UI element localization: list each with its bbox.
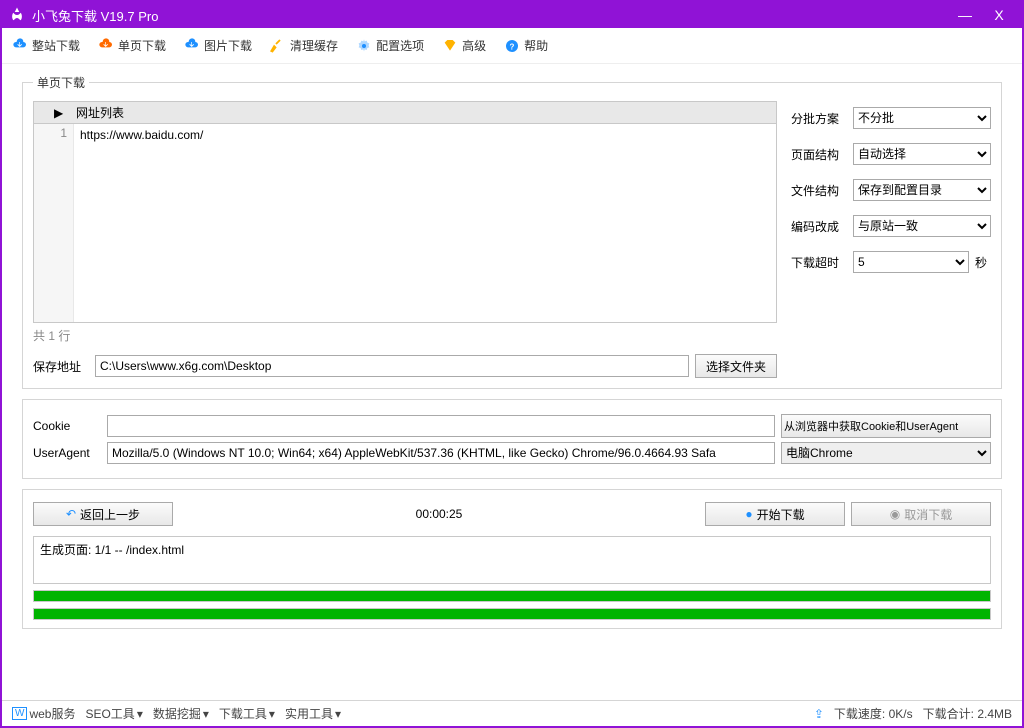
batch-select[interactable]: 不分批 [853,107,991,129]
options-panel: 分批方案不分批 页面结构自动选择 文件结构保存到配置目录 编码改成与原站一致 下… [791,101,991,378]
toolbar: 整站下载 单页下载 图片下载 清理缓存 配置选项 高级 ? 帮助 [2,28,1022,64]
status-seo-tools[interactable]: SEO工具▾ [85,705,142,722]
url-count: 共 1 行 [33,327,777,344]
page-struct-select[interactable]: 自动选择 [853,143,991,165]
chevron-down-icon: ▾ [203,707,209,721]
broom-icon [270,38,286,54]
cloud-image-icon [184,38,200,54]
gear-icon [356,38,372,54]
run-panel: ↶ 返回上一步 00:00:25 ● 开始下载 ◉ 取消下载 生成页面: 1/1… [22,489,1002,629]
play-icon: ● [745,507,752,521]
toolbar-image-download[interactable]: 图片下载 [184,37,252,54]
status-bar: W web服务 SEO工具▾ 数据挖掘▾ 下载工具▾ 实用工具▾ ⇪ 下载速度:… [2,700,1022,726]
browse-folder-button[interactable]: 选择文件夹 [695,354,777,378]
cancel-download-button[interactable]: ◉ 取消下载 [851,502,991,526]
toolbar-config[interactable]: 配置选项 [356,37,424,54]
stop-icon: ◉ [890,507,900,521]
title-bar: 小飞兔下载 V19.7 Pro — X [2,2,1022,28]
chevron-down-icon: ▾ [335,707,341,721]
single-download-panel: 单页下载 ▶ 网址列表 1 https://www.baidu.com/ 共 1… [22,74,1002,389]
toolbar-clear-cache[interactable]: 清理缓存 [270,37,338,54]
app-logo-icon [8,6,26,24]
url-textarea[interactable]: https://www.baidu.com/ [74,124,776,322]
web-icon: W [12,707,27,720]
url-list-header[interactable]: ▶ 网址列表 [33,101,777,123]
expand-triangle-icon: ▶ [54,106,63,120]
save-path-input[interactable] [95,355,689,377]
toolbar-single-download[interactable]: 单页下载 [98,37,166,54]
start-download-button[interactable]: ● 开始下载 [705,502,845,526]
save-label: 保存地址 [33,358,89,375]
total-label: 下载合计: 2.4MB [923,705,1012,722]
log-output: 生成页面: 1/1 -- /index.html [33,536,991,584]
line-gutter: 1 [34,124,74,322]
diamond-icon [442,38,458,54]
timer-label: 00:00:25 [179,507,699,521]
progress-bar-1 [33,590,991,602]
status-web-service[interactable]: W web服务 [12,705,75,722]
back-button[interactable]: ↶ 返回上一步 [33,502,173,526]
timeout-select[interactable]: 5 [853,251,969,273]
progress-bar-2 [33,608,991,620]
close-button[interactable]: X [982,7,1016,23]
chevron-down-icon: ▾ [137,707,143,721]
status-data-mining[interactable]: 数据挖掘▾ [153,705,209,722]
speed-label: 下载速度: 0K/s [834,705,913,722]
help-icon: ? [504,38,520,54]
toolbar-advanced[interactable]: 高级 [442,37,486,54]
status-util-tools[interactable]: 实用工具▾ [285,705,341,722]
toolbar-site-download[interactable]: 整站下载 [12,37,80,54]
fetch-cookie-button[interactable]: 从浏览器中获取Cookie和UserAgent [781,414,991,438]
useragent-select[interactable]: 电脑Chrome [781,442,991,464]
panel-title: 单页下载 [33,74,89,91]
chevron-down-icon: ▾ [269,707,275,721]
cloud-down-icon [12,38,28,54]
minimize-button[interactable]: — [948,7,982,23]
upload-icon: ⇪ [814,707,824,721]
encoding-select[interactable]: 与原站一致 [853,215,991,237]
status-download-tools[interactable]: 下载工具▾ [219,705,275,722]
back-arrow-icon: ↶ [66,507,76,521]
file-struct-select[interactable]: 保存到配置目录 [853,179,991,201]
url-list: 1 https://www.baidu.com/ [33,123,777,323]
window-title: 小飞兔下载 V19.7 Pro [32,6,948,25]
cookie-input[interactable] [107,415,775,437]
useragent-input[interactable] [107,442,775,464]
cloud-down-orange-icon [98,38,114,54]
http-panel: Cookie 从浏览器中获取Cookie和UserAgent UserAgent… [22,399,1002,479]
toolbar-help[interactable]: ? 帮助 [504,37,548,54]
svg-text:?: ? [510,42,515,51]
